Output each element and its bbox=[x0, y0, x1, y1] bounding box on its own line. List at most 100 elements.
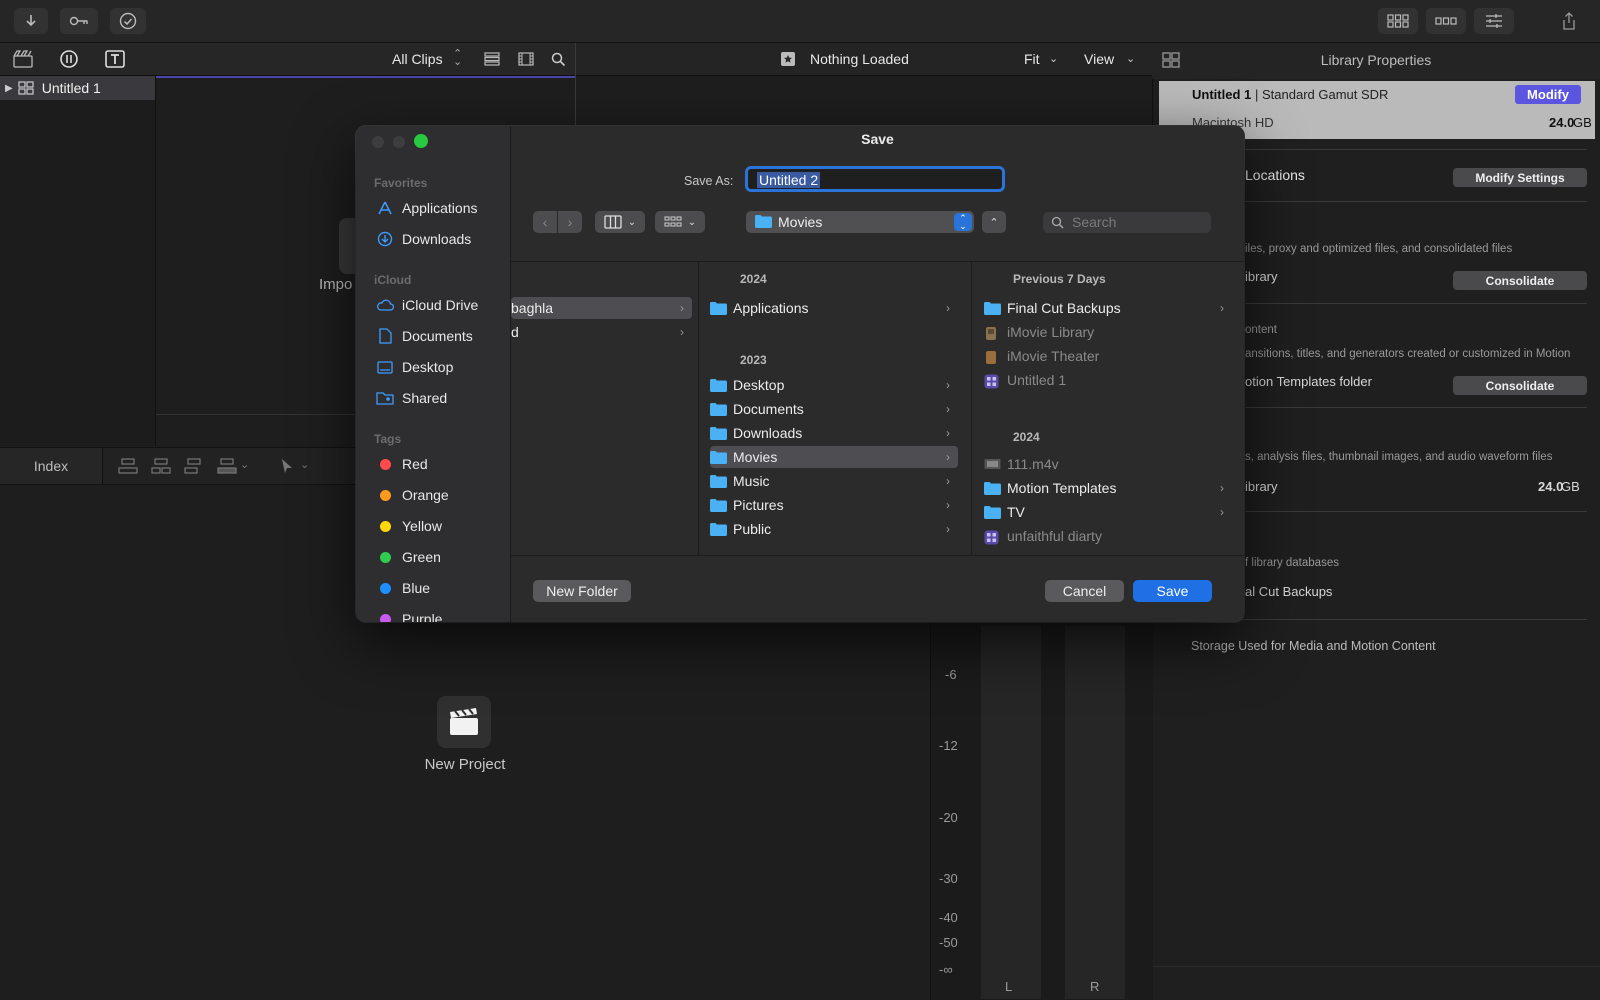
sidebar-item-desktop[interactable]: Desktop bbox=[356, 353, 510, 381]
group-by-dropdown[interactable]: ⌄ bbox=[655, 211, 705, 233]
list-item[interactable]: Pictures › bbox=[710, 494, 958, 516]
search-field[interactable]: Search bbox=[1043, 212, 1211, 233]
chevron-right-icon: › bbox=[946, 378, 950, 392]
folder-icon bbox=[755, 215, 772, 228]
libraries-icon[interactable] bbox=[12, 49, 34, 69]
volume-size: 24.0 bbox=[1549, 115, 1575, 130]
import-media-label: Impo bbox=[319, 276, 353, 293]
sidebar-tag-green[interactable]: Green bbox=[356, 543, 510, 571]
motion-heading: ontent bbox=[1245, 324, 1277, 336]
overwrite-clip-icon[interactable] bbox=[217, 458, 237, 474]
clapper-star-icon bbox=[780, 51, 796, 67]
new-folder-button[interactable]: New Folder bbox=[533, 580, 631, 602]
list-item[interactable]: Untitled 1 bbox=[984, 369, 1232, 391]
photos-audio-icon[interactable] bbox=[58, 49, 80, 69]
library-name: Untitled 1 bbox=[41, 80, 101, 96]
list-item[interactable]: Applications › bbox=[710, 297, 958, 319]
sidebar-item-shared[interactable]: Shared bbox=[356, 384, 510, 412]
list-item[interactable]: Downloads › bbox=[710, 422, 958, 444]
zoom-fit-dropdown[interactable]: Fit bbox=[1024, 51, 1040, 67]
inspector-toggle-button[interactable] bbox=[1474, 8, 1514, 34]
sidebar-item-icloud-drive[interactable]: iCloud Drive bbox=[356, 291, 510, 319]
clips-filter-label[interactable]: All Clips bbox=[392, 51, 443, 67]
sidebar-tag-red[interactable]: Red bbox=[356, 450, 510, 478]
back-button[interactable]: ‹ bbox=[533, 211, 557, 233]
consolidate-media-button[interactable]: Consolidate bbox=[1453, 271, 1587, 290]
sidebar-item-applications[interactable]: Applications bbox=[356, 194, 510, 222]
columns-view-icon bbox=[604, 215, 622, 229]
library-row[interactable]: ▶ Untitled 1 bbox=[0, 76, 155, 100]
list-item-selected[interactable]: Movies › bbox=[710, 446, 958, 468]
list-item[interactable]: Documents › bbox=[710, 398, 958, 420]
chevron-down-icon: ⌄ bbox=[687, 216, 697, 228]
chevron-right-icon: › bbox=[946, 450, 950, 464]
cancel-button[interactable]: Cancel bbox=[1045, 580, 1124, 602]
library-format: | Standard Gamut SDR bbox=[1255, 87, 1389, 102]
share-button[interactable] bbox=[1552, 8, 1586, 34]
folder-icon bbox=[710, 426, 727, 440]
sidebar-tag-yellow[interactable]: Yellow bbox=[356, 512, 510, 540]
list-item[interactable]: Public › bbox=[710, 518, 958, 540]
index-label: Index bbox=[33, 458, 69, 474]
library-icon bbox=[18, 81, 34, 95]
modify-settings-button[interactable]: Modify Settings bbox=[1453, 168, 1587, 187]
disclosure-triangle-icon[interactable]: ▶ bbox=[5, 83, 13, 94]
new-project-button[interactable] bbox=[437, 696, 491, 748]
background-tasks-button[interactable] bbox=[110, 8, 146, 34]
minimize-window-button[interactable] bbox=[393, 136, 405, 148]
library-sidebar: ▶ Untitled 1 bbox=[0, 76, 156, 446]
video-file-icon bbox=[984, 458, 1001, 471]
sidebar-tag-orange[interactable]: Orange bbox=[356, 481, 510, 509]
list-item[interactable]: unfaithful diarty bbox=[984, 525, 1232, 547]
meter-scale-label: -30 bbox=[939, 871, 958, 886]
view-dropdown[interactable]: View bbox=[1084, 51, 1114, 67]
index-button[interactable]: Index bbox=[0, 448, 103, 484]
folder-icon bbox=[984, 505, 1001, 519]
download-arrow-icon bbox=[24, 14, 38, 28]
imovie-library-icon bbox=[984, 326, 1001, 340]
list-view-icon[interactable] bbox=[484, 52, 500, 66]
list-item[interactable]: Music › bbox=[710, 470, 958, 492]
filmstrip-icon[interactable] bbox=[518, 52, 534, 66]
browser-toggle-button[interactable] bbox=[1378, 8, 1418, 34]
connect-clip-icon[interactable] bbox=[118, 458, 138, 474]
list-item[interactable]: TV › bbox=[984, 501, 1232, 523]
dialog-title: Save bbox=[861, 131, 894, 147]
motion-description: ansitions, titles, and generators create… bbox=[1245, 348, 1571, 360]
save-as-input[interactable]: Untitled 2 bbox=[745, 166, 1005, 192]
list-item[interactable]: baghla › bbox=[511, 297, 692, 319]
forward-button[interactable]: › bbox=[558, 211, 582, 233]
save-as-value: Untitled 2 bbox=[757, 172, 821, 188]
chevron-down-icon[interactable]: ⌄ bbox=[240, 458, 249, 471]
timeline-toggle-button[interactable] bbox=[1426, 8, 1466, 34]
list-item[interactable]: d › bbox=[511, 321, 692, 343]
import-button[interactable] bbox=[14, 8, 48, 34]
titles-generators-icon[interactable] bbox=[104, 49, 126, 69]
location-dropdown[interactable]: Movies ⌃ ⌄ bbox=[746, 211, 974, 233]
sidebar-item-documents[interactable]: Documents bbox=[356, 322, 510, 350]
sidebar-item-downloads[interactable]: Downloads bbox=[356, 225, 510, 253]
consolidate-motion-button[interactable]: Consolidate bbox=[1453, 376, 1587, 395]
append-clip-icon[interactable] bbox=[184, 458, 204, 474]
updown-chevron-icon: ⌃ ⌄ bbox=[954, 213, 972, 231]
save-button[interactable]: Save bbox=[1133, 580, 1212, 602]
collapse-button[interactable]: ⌃ bbox=[982, 211, 1006, 233]
list-item[interactable]: Desktop › bbox=[710, 374, 958, 396]
zoom-window-button[interactable] bbox=[414, 134, 428, 148]
keywords-button[interactable] bbox=[60, 8, 98, 34]
list-item[interactable]: iMovie Theater bbox=[984, 345, 1232, 367]
search-icon[interactable] bbox=[551, 52, 566, 67]
sidebar-tag-blue[interactable]: Blue bbox=[356, 574, 510, 602]
insert-clip-icon[interactable] bbox=[151, 458, 171, 474]
sidebar-tag-purple[interactable]: Purple bbox=[356, 605, 510, 622]
list-item[interactable]: Final Cut Backups › bbox=[984, 297, 1232, 319]
volume-unit: GB bbox=[1573, 115, 1592, 130]
chevron-down-icon[interactable]: ⌄ bbox=[300, 458, 309, 471]
list-item[interactable]: iMovie Library bbox=[984, 321, 1232, 343]
modify-button[interactable]: Modify bbox=[1515, 85, 1581, 104]
view-mode-dropdown[interactable]: ⌄ bbox=[595, 211, 645, 233]
list-item[interactable]: Motion Templates › bbox=[984, 477, 1232, 499]
select-tool-icon[interactable] bbox=[280, 458, 294, 474]
close-window-button[interactable] bbox=[372, 136, 384, 148]
list-item[interactable]: 111.m4v bbox=[984, 453, 1232, 475]
